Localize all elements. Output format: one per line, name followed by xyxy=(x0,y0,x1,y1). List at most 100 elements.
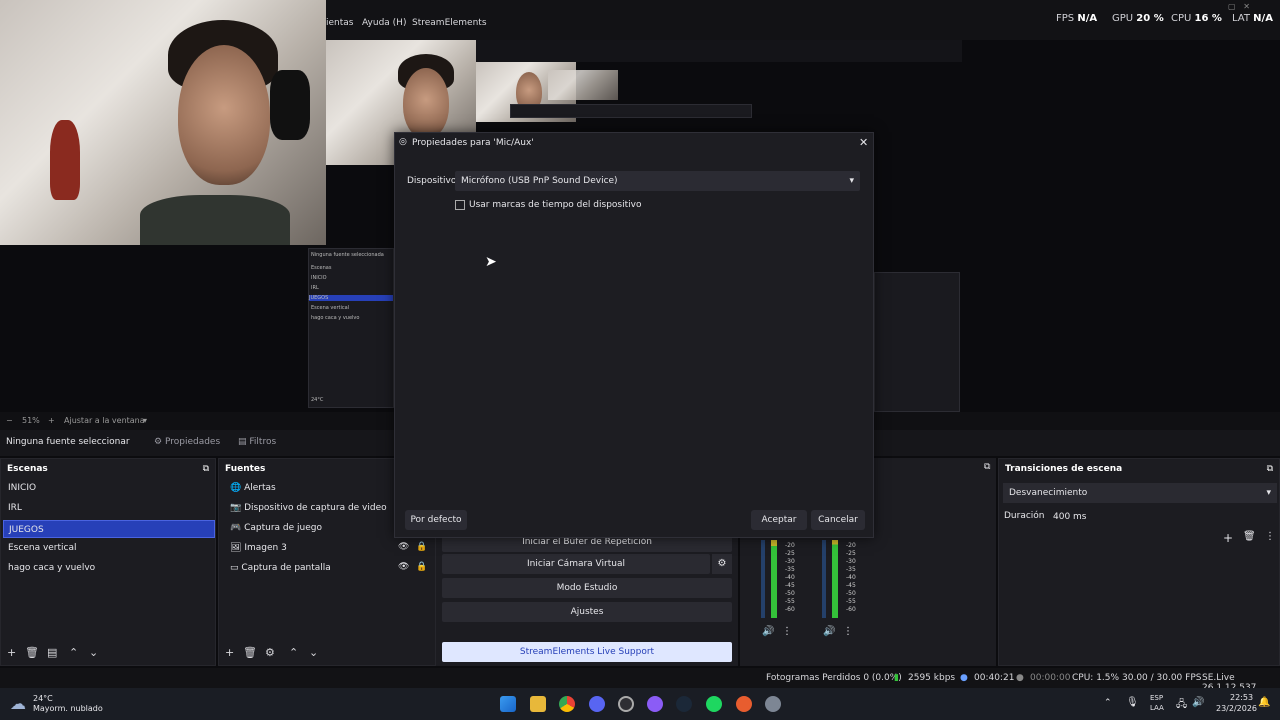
dock-float-icon[interactable]: ⧉ xyxy=(203,464,209,474)
accept-button[interactable]: Aceptar xyxy=(751,510,807,530)
chevron-up-icon[interactable]: ⌃ xyxy=(1104,698,1112,708)
filters-button[interactable]: ▤ Filtros xyxy=(232,434,282,452)
move-down-icon[interactable]: ⌄ xyxy=(309,646,318,659)
weather-desc[interactable]: Mayorm. nublado xyxy=(33,704,103,713)
move-up-icon[interactable]: ⌃ xyxy=(289,646,298,659)
support-button[interactable]: StreamElements Live Support xyxy=(442,642,732,662)
transition-select[interactable]: Desvanecimiento ▾ xyxy=(1003,483,1277,503)
chrome-icon[interactable] xyxy=(559,696,575,712)
properties-button[interactable]: ⚙ Propiedades xyxy=(148,434,226,452)
status-fps: 30.00 / 30.00 FPS xyxy=(1122,673,1202,683)
cpu-stat: CPU 16 % xyxy=(1171,13,1222,24)
settings-app-icon[interactable] xyxy=(765,696,781,712)
chevron-down-icon[interactable]: ▾ xyxy=(143,416,147,425)
scene-item-caca[interactable]: hago caca y vuelvo xyxy=(3,559,215,577)
steam-icon[interactable] xyxy=(676,696,692,712)
nested-scenes-title: Escenas xyxy=(311,265,332,271)
settings-button[interactable]: Ajustes xyxy=(442,602,732,622)
meter-bar-2b xyxy=(822,540,826,618)
gamepad-icon: 🎮 xyxy=(230,523,242,533)
eye-icon[interactable]: 👁 xyxy=(398,542,409,552)
nested-transitions-panel xyxy=(874,272,960,412)
app-orange-icon[interactable] xyxy=(736,696,752,712)
meter-bar-1 xyxy=(771,540,777,618)
volume-icon[interactable]: 🔊 xyxy=(1192,697,1204,708)
record-icon: ● xyxy=(1016,673,1024,683)
network-icon[interactable]: 🖧 xyxy=(1176,697,1187,714)
weather-temp[interactable]: 24°C xyxy=(33,694,53,703)
duration-input[interactable]: 400 ms xyxy=(1047,507,1277,527)
zoom-value: 51% xyxy=(22,416,40,425)
gpu-stat: GPU 20 % xyxy=(1112,13,1164,24)
lock-icon[interactable]: 🔒 xyxy=(416,562,427,572)
zoom-fit-select[interactable]: Ajustar a la ventana xyxy=(64,416,145,425)
gpu-label: GPU xyxy=(1112,13,1134,24)
scene-item-inicio[interactable]: INICIO xyxy=(3,479,215,497)
defaults-button[interactable]: Por defecto xyxy=(405,510,467,530)
speaker-icon[interactable]: 🔊 xyxy=(823,626,835,637)
language-bottom[interactable]: LAA xyxy=(1150,704,1164,712)
menu-help[interactable]: Ayuda (H) xyxy=(362,18,406,28)
clock-time[interactable]: 22:53 xyxy=(1230,693,1253,702)
device-select[interactable]: Micrófono (USB PnP Sound Device) ▾ xyxy=(455,171,860,191)
discord-icon[interactable] xyxy=(589,696,605,712)
trash-icon[interactable]: 🗑 xyxy=(1243,531,1256,542)
cancel-button[interactable]: Cancelar xyxy=(811,510,865,530)
notification-bell-icon[interactable]: 🔔 xyxy=(1258,697,1270,708)
window-controls[interactable]: ▢ ✕ xyxy=(1228,2,1250,11)
more-icon[interactable]: ⋮ xyxy=(782,626,792,637)
source-label: Captura de pantalla xyxy=(241,563,331,573)
lock-icon[interactable]: 🔒 xyxy=(416,542,427,552)
studio-mode-button[interactable]: Modo Estudio xyxy=(442,578,732,598)
nested-scene-inicio: INICIO xyxy=(311,275,327,281)
meter-scale-tick: -35 xyxy=(846,566,856,573)
camera-icon: 📷 xyxy=(230,503,242,513)
virtual-camera-button[interactable]: Iniciar Cámara Virtual xyxy=(442,554,710,574)
app-purple-icon[interactable] xyxy=(647,696,663,712)
add-source-icon[interactable]: + xyxy=(225,646,234,659)
timestamp-checkbox-label[interactable]: Usar marcas de tiempo del dispositivo xyxy=(469,200,641,210)
more-icon[interactable]: ⋮ xyxy=(1265,531,1275,542)
clock-date[interactable]: 23/2/2026 xyxy=(1216,704,1257,713)
zoom-in-icon[interactable]: + xyxy=(48,416,55,425)
move-down-icon[interactable]: ⌄ xyxy=(89,646,98,659)
live-icon: ● xyxy=(960,673,968,683)
language-top[interactable]: ESP xyxy=(1150,694,1163,702)
meter-scale-tick: -45 xyxy=(785,582,795,589)
microphone-icon[interactable]: 🎙 xyxy=(1126,697,1139,708)
gear-icon[interactable]: ⚙ xyxy=(712,554,732,574)
scene-item-vertical[interactable]: Escena vertical xyxy=(3,539,215,557)
trash-icon[interactable]: 🗑 xyxy=(25,646,39,659)
properties-dialog: ◎ Propiedades para 'Mic/Aux' ✕ Dispositi… xyxy=(394,132,874,538)
duration-value: 400 ms xyxy=(1053,512,1087,522)
scene-item-irl[interactable]: IRL xyxy=(3,499,215,517)
zoom-out-icon[interactable]: − xyxy=(6,416,13,425)
scene-filter-icon[interactable]: ▤ xyxy=(47,646,57,659)
gear-icon[interactable]: ⚙ xyxy=(265,646,275,659)
trash-icon[interactable]: 🗑 xyxy=(243,646,257,659)
add-scene-icon[interactable]: + xyxy=(7,646,16,659)
image-icon: 🖼 xyxy=(230,543,242,553)
source-label: Captura de juego xyxy=(244,523,322,533)
move-up-icon[interactable]: ⌃ xyxy=(69,646,78,659)
speaker-icon[interactable]: 🔊 xyxy=(762,626,774,637)
more-icon[interactable]: ⋮ xyxy=(843,626,853,637)
close-icon[interactable]: ✕ xyxy=(859,136,868,149)
file-explorer-icon[interactable] xyxy=(530,696,546,712)
eye-icon[interactable]: 👁 xyxy=(398,562,409,572)
dialog-title: Propiedades para 'Mic/Aux' xyxy=(412,138,534,148)
status-cpu: CPU: 1.5% xyxy=(1072,673,1120,683)
dropped-frames: Fotogramas Perdidos 0 (0.0%) xyxy=(766,673,902,683)
scene-item-juegos[interactable]: JUEGOS xyxy=(3,520,215,538)
add-transition-icon[interactable]: + xyxy=(1223,531,1233,545)
menu-streamelements[interactable]: StreamElements xyxy=(412,18,487,28)
dock-float-icon[interactable]: ⧉ xyxy=(984,462,990,472)
meter-scale-tick: -20 xyxy=(846,542,856,549)
spotify-icon[interactable] xyxy=(706,696,722,712)
windows-start-icon[interactable] xyxy=(500,696,516,712)
dock-float-icon[interactable]: ⧉ xyxy=(1267,464,1273,474)
face-image xyxy=(178,45,270,185)
timestamp-checkbox[interactable] xyxy=(455,200,465,210)
obs-icon[interactable] xyxy=(618,696,634,712)
menu-tools[interactable]: ientas xyxy=(326,18,353,28)
